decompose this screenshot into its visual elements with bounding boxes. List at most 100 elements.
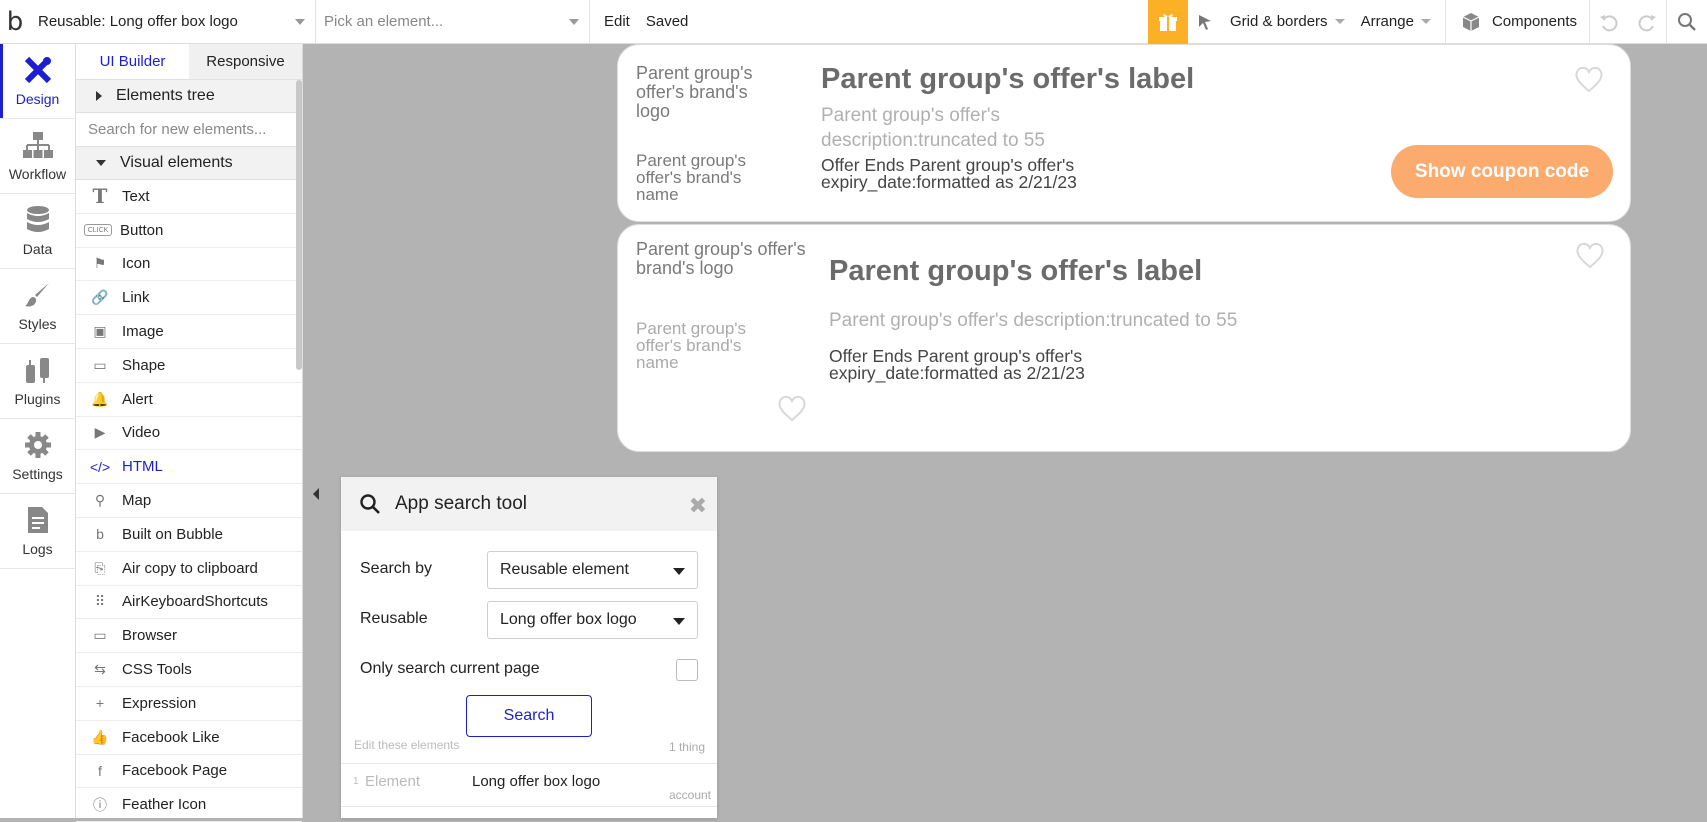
- panel-tabs: UI Builder Responsive: [76, 44, 302, 80]
- element-item-label: Feather Icon: [122, 796, 207, 814]
- elements-panel: UI Builder Responsive Elements tree Sear…: [76, 44, 303, 822]
- element-type-icon: ▶: [94, 424, 106, 441]
- heart-icon[interactable]: [1574, 65, 1604, 93]
- element-item-label: Video: [122, 424, 161, 442]
- nav-data[interactable]: Data: [0, 194, 75, 269]
- element-picker[interactable]: Pick an element...: [316, 0, 590, 44]
- show-coupon-button[interactable]: Show coupon code: [1391, 145, 1613, 198]
- element-item-expression[interactable]: + Expression: [76, 687, 302, 721]
- result-type: Element: [365, 773, 421, 790]
- element-item-label: Facebook Page: [122, 762, 228, 780]
- element-item-alert[interactable]: 🔔 Alert: [76, 383, 302, 417]
- element-item-built-on-bubble[interactable]: b Built on Bubble: [76, 518, 302, 552]
- edit-these-label: Edit these elements: [354, 738, 460, 752]
- element-item-label: Image: [122, 323, 164, 341]
- element-item-air-copy-to-clipboard[interactable]: ⎘ Air copy to clipboard: [76, 552, 302, 586]
- element-item-label: Alert: [122, 390, 153, 408]
- element-item-label: Browser: [122, 627, 178, 645]
- visual-elements-toggle[interactable]: Visual elements: [76, 147, 302, 180]
- element-item-airkeyboardshortcuts[interactable]: ⠿ AirKeyboardShortcuts: [76, 586, 302, 620]
- panel-scrollbar[interactable]: [296, 80, 302, 370]
- element-item-text[interactable]: T Text: [76, 180, 302, 214]
- element-type-icon: CLICK: [84, 224, 112, 237]
- nav-design[interactable]: Design: [0, 44, 75, 119]
- nav-plugins[interactable]: Plugins: [0, 344, 75, 419]
- element-item-label: Expression: [122, 694, 197, 712]
- offer-label: Parent group's offer's label: [821, 63, 1195, 95]
- collapse-panel-icon[interactable]: [313, 488, 319, 500]
- heart-icon[interactable]: [777, 394, 807, 422]
- gift-icon[interactable]: [1148, 0, 1189, 44]
- app-search-tool: App search tool ✖ Search by Reusable ele…: [341, 477, 717, 818]
- edit-menu[interactable]: Edit: [596, 0, 638, 44]
- element-item-icon[interactable]: ⚑ Icon: [76, 248, 302, 282]
- element-type-icon: ⇆: [94, 661, 106, 678]
- top-toolbar: b Reusable: Long offer box logo Pick an …: [0, 0, 1707, 44]
- grid-borders-menu[interactable]: Grid & borders: [1222, 0, 1353, 44]
- tab-responsive[interactable]: Responsive: [189, 44, 302, 79]
- only-current-page-label: Only search current page: [360, 660, 540, 677]
- reusable-label: Reusable: [360, 610, 428, 627]
- undo-icon[interactable]: [1590, 0, 1628, 44]
- redo-icon[interactable]: [1628, 0, 1666, 44]
- heart-icon[interactable]: [1575, 241, 1605, 269]
- chevron-down-icon: [295, 18, 305, 25]
- element-item-facebook-like[interactable]: 👍 Facebook Like: [76, 721, 302, 755]
- selector-arrow-icon[interactable]: [1188, 0, 1222, 44]
- chevron-right-icon: [96, 91, 102, 101]
- element-type-icon: ⚑: [93, 255, 107, 272]
- element-type-icon: ▣: [93, 323, 107, 340]
- element-type-icon: ▭: [93, 627, 107, 644]
- element-type-icon: b: [96, 526, 104, 543]
- chevron-down-icon: [96, 160, 106, 166]
- element-type-icon: 🔗: [91, 289, 109, 306]
- element-item-browser[interactable]: ▭ Browser: [76, 619, 302, 654]
- gear-icon: [24, 432, 51, 458]
- offer-card-2[interactable]: Parent group's offer's brand's logo Pare…: [617, 224, 1631, 452]
- nav-label: Design: [15, 91, 60, 107]
- element-item-label: Link: [122, 289, 150, 307]
- element-item-label: Icon: [122, 255, 151, 273]
- element-search-input[interactable]: Search for new elements...: [76, 113, 302, 147]
- element-item-video[interactable]: ▶ Video: [76, 417, 302, 451]
- bubble-logo-icon[interactable]: b: [0, 0, 30, 44]
- brand-logo-text: Parent group's offer's brand's logo: [636, 63, 753, 121]
- element-type-icon: ⎘: [94, 559, 106, 576]
- elements-tree-toggle[interactable]: Elements tree: [76, 80, 302, 113]
- nav-settings[interactable]: Settings: [0, 419, 75, 494]
- nav-logs[interactable]: Logs: [0, 494, 75, 569]
- element-item-facebook-page[interactable]: f Facebook Page: [76, 755, 302, 789]
- element-item-shape[interactable]: ▭ Shape: [76, 349, 302, 383]
- element-type-icon: +: [95, 695, 105, 712]
- search-icon[interactable]: [1666, 0, 1707, 44]
- element-item-label: HTML: [122, 458, 163, 476]
- element-item-label: Map: [122, 492, 152, 510]
- element-item-image[interactable]: ▣ Image: [76, 315, 302, 349]
- nav-label: Settings: [12, 466, 63, 482]
- element-item-label: CSS Tools: [122, 661, 192, 679]
- element-item-link[interactable]: 🔗 Link: [76, 281, 302, 316]
- chevron-down-icon: [673, 618, 685, 625]
- element-item-css-tools[interactable]: ⇆ CSS Tools: [76, 653, 302, 687]
- element-item-feather-icon[interactable]: ⓘ Feather Icon: [76, 788, 302, 822]
- search-button[interactable]: Search: [466, 695, 592, 737]
- reusable-dropdown[interactable]: Long offer box logo: [487, 601, 698, 639]
- visual-elements-list: T Text CLICK Button ⚑ Icon 🔗 Link ▣ Image ▭ Shape 🔔 A…: [76, 180, 302, 822]
- only-current-page-checkbox[interactable]: [676, 659, 698, 681]
- element-item-html[interactable]: </> HTML: [76, 450, 302, 485]
- result-row[interactable]: 1 Element Long offer box logo account: [341, 763, 717, 807]
- element-item-map[interactable]: ⚲ Map: [76, 484, 302, 518]
- close-icon[interactable]: ✖: [689, 493, 707, 519]
- nav-label: Styles: [18, 316, 57, 332]
- search-by-dropdown[interactable]: Reusable element: [487, 551, 698, 589]
- reusable-select[interactable]: Reusable: Long offer box logo: [30, 0, 316, 44]
- nav-styles[interactable]: Styles: [0, 269, 75, 344]
- brush-icon: [24, 283, 49, 307]
- element-item-button[interactable]: CLICK Button: [76, 214, 302, 248]
- tab-ui-builder[interactable]: UI Builder: [76, 44, 189, 79]
- offer-card-1[interactable]: Parent group's offer's brand's logo Pare…: [617, 44, 1631, 222]
- nav-workflow[interactable]: Workflow: [0, 119, 75, 194]
- components-button[interactable]: Components: [1446, 0, 1590, 44]
- search-by-value: Reusable element: [500, 561, 629, 578]
- arrange-menu[interactable]: Arrange: [1353, 0, 1446, 44]
